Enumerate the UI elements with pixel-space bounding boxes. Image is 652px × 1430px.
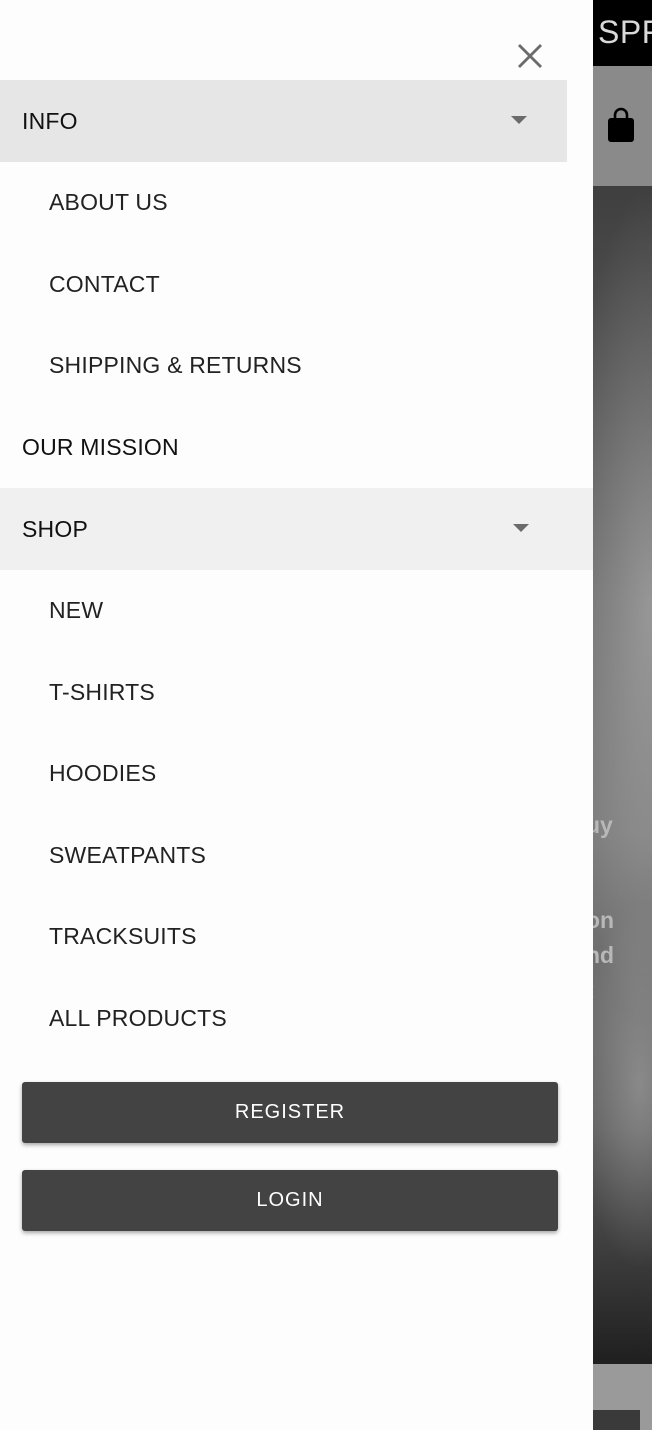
menu-item-label: INFO <box>22 107 78 134</box>
menu-item-label: OUR MISSION <box>22 433 179 460</box>
menu-item-t-shirts[interactable]: T-SHIRTS <box>0 651 593 733</box>
menu-item-label: CONTACT <box>49 270 160 297</box>
caret-down-icon <box>511 116 527 124</box>
menu-item-shipping-returns[interactable]: SHIPPING & RETURNS <box>0 324 593 406</box>
menu-item-label: SHOP <box>22 515 88 542</box>
menu-item-label: T-SHIRTS <box>49 678 155 705</box>
shopping-bag-icon[interactable] <box>606 106 636 144</box>
side-drawer: INFO ABOUT US CONTACT SHIPPING & RETURNS… <box>0 0 593 1430</box>
menu-item-label: ABOUT US <box>49 188 168 215</box>
brand-text: SPF <box>598 14 652 50</box>
menu-item-label: TRACKSUITS <box>49 922 197 949</box>
menu-item-hoodies[interactable]: HOODIES <box>0 732 593 814</box>
menu-item-contact[interactable]: CONTACT <box>0 243 593 325</box>
menu-item-about-us[interactable]: ABOUT US <box>0 161 593 243</box>
menu-item-shop[interactable]: SHOP <box>0 488 593 570</box>
menu-item-label: SWEATPANTS <box>49 841 207 868</box>
close-icon[interactable] <box>510 36 550 76</box>
menu-item-label: NEW <box>49 596 104 623</box>
menu-item-our-mission[interactable]: OUR MISSION <box>0 406 593 488</box>
menu-item-sweatpants[interactable]: SWEATPANTS <box>0 814 593 896</box>
menu-item-tracksuits[interactable]: TRACKSUITS <box>0 895 593 977</box>
register-button[interactable]: REGISTER <box>22 1082 558 1143</box>
menu-item-all-products[interactable]: ALL PRODUCTS <box>0 977 593 1059</box>
thumbnail <box>592 1410 640 1430</box>
caret-down-icon <box>513 524 529 532</box>
menu-item-info[interactable]: INFO <box>0 80 567 162</box>
menu-item-label: ALL PRODUCTS <box>49 1004 227 1031</box>
menu-item-label: SHIPPING & RETURNS <box>49 351 302 378</box>
login-button[interactable]: LOGIN <box>22 1170 558 1231</box>
menu-item-new[interactable]: NEW <box>0 569 593 651</box>
menu-item-label: HOODIES <box>49 759 157 786</box>
